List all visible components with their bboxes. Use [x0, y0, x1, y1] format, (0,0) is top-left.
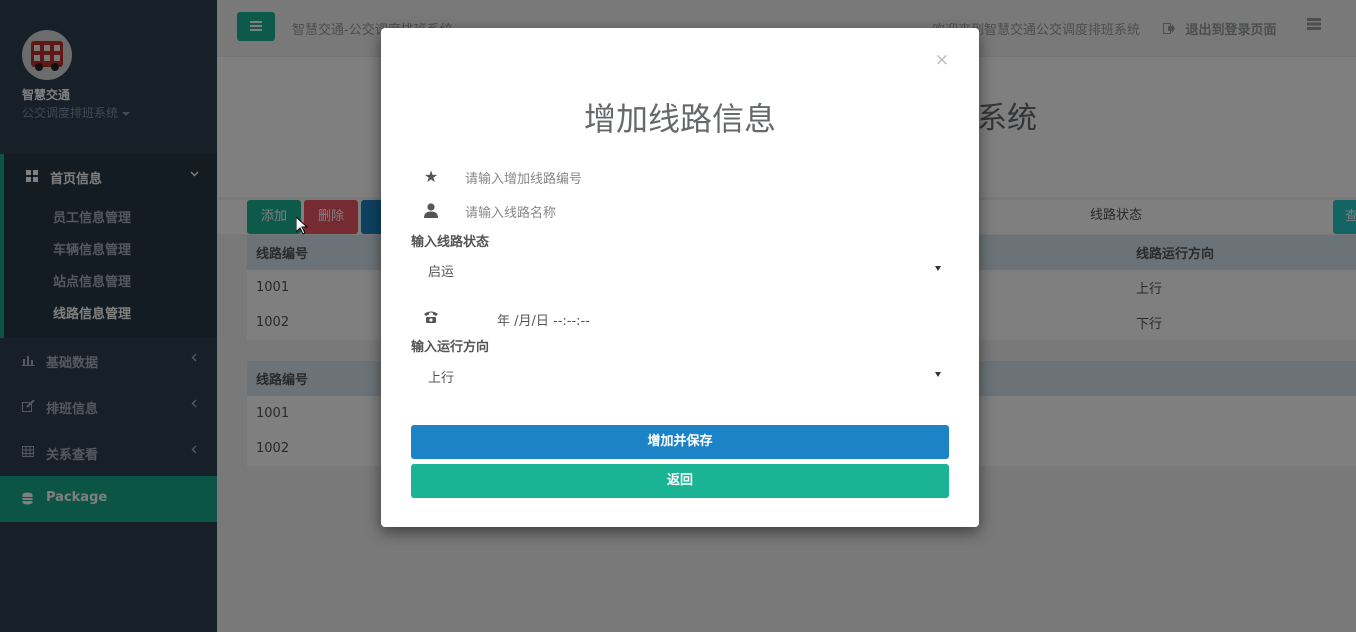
phone-icon [423, 309, 439, 325]
dropdown-arrow-icon [935, 266, 941, 271]
status-select[interactable]: 启运 [411, 253, 949, 287]
modal-title: 增加线路信息 [583, 100, 776, 138]
route-name-input[interactable] [463, 197, 947, 229]
direction-select[interactable]: 上行 [411, 359, 949, 393]
direction-label: 输入运行方向 [411, 340, 490, 355]
datetime-input[interactable]: 年 /月/日 --:--:-- [497, 310, 590, 329]
route-number-row: ★ [411, 163, 949, 195]
datetime-row: 年 /月/日 --:--:-- [411, 303, 949, 333]
save-button[interactable]: 增加并保存 [411, 425, 949, 459]
close-icon[interactable]: × [935, 50, 949, 70]
status-selected-value: 启运 [428, 265, 455, 280]
route-number-input[interactable] [463, 163, 947, 195]
dropdown-arrow-icon [935, 372, 941, 377]
add-route-modal: × 增加线路信息 ★ 输入线路状态 启运 年 /月/日 --:--:-- 输入运… [381, 28, 979, 527]
user-icon [423, 203, 439, 219]
back-button[interactable]: 返回 [411, 464, 949, 498]
route-name-row [411, 197, 949, 229]
status-label: 输入线路状态 [411, 235, 490, 250]
direction-selected-value: 上行 [428, 371, 455, 386]
star-icon: ★ [423, 167, 439, 186]
